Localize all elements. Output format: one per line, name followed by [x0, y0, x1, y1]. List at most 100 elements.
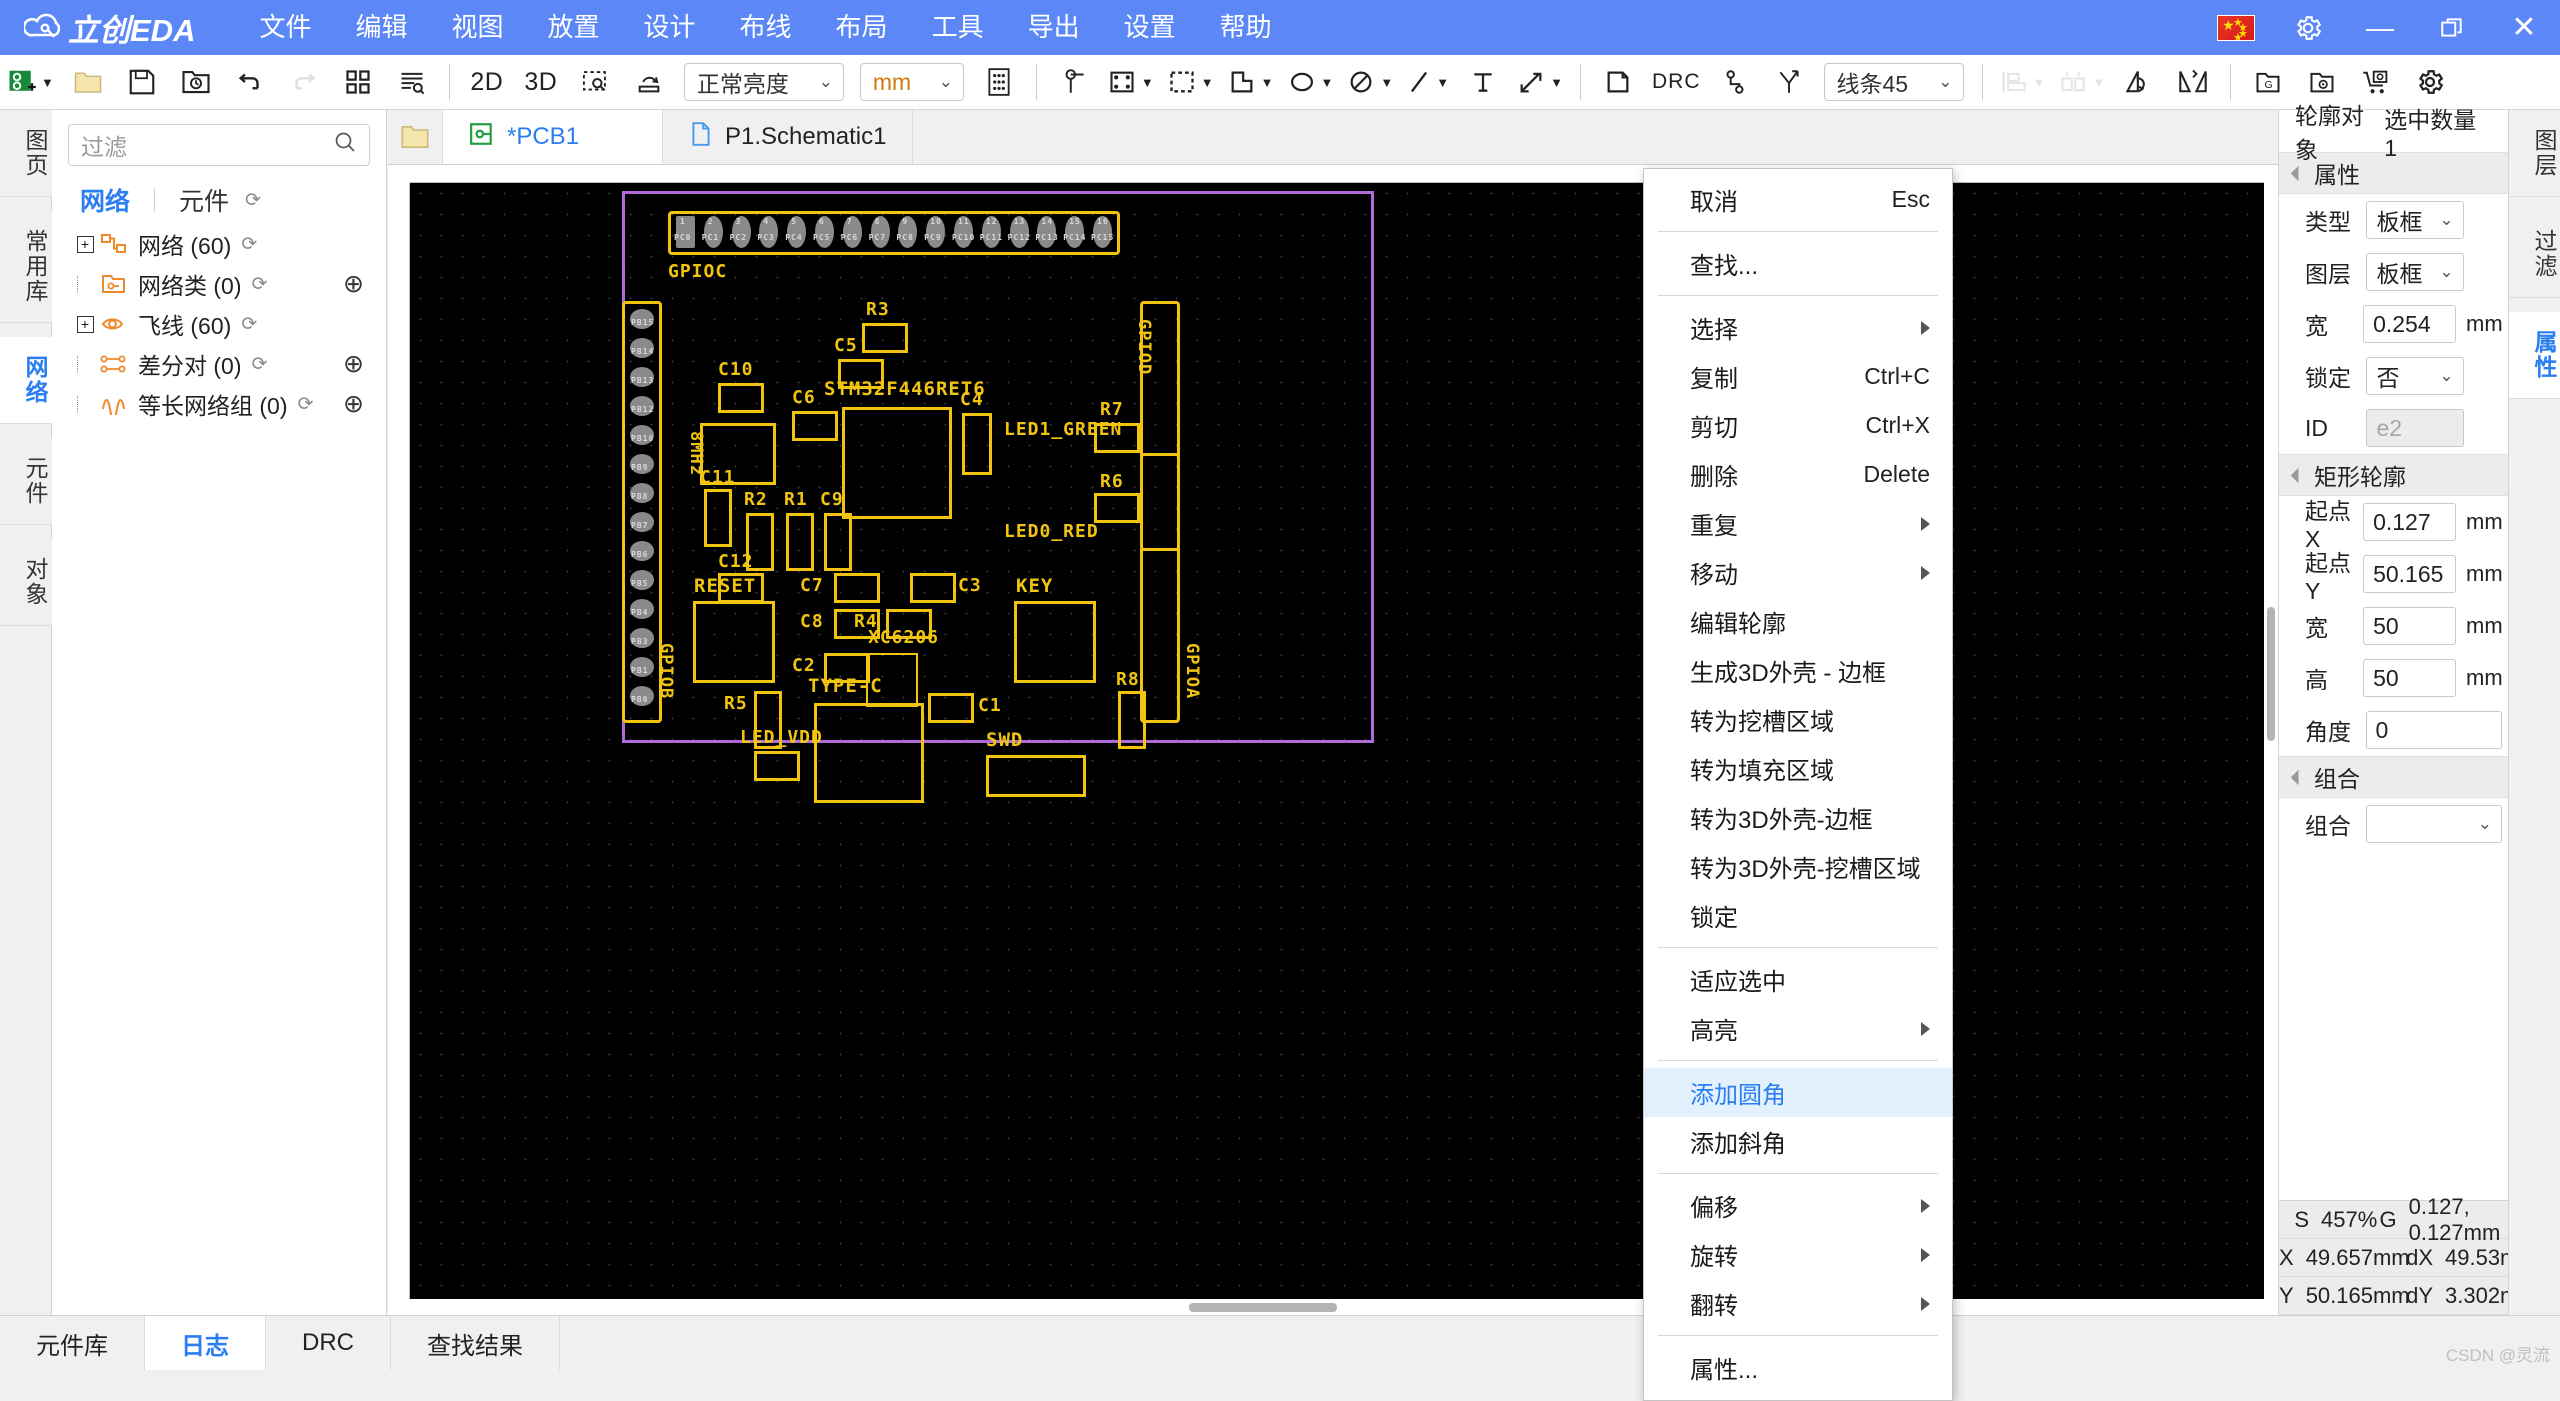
place-text-button[interactable] — [1463, 62, 1503, 102]
panel-grid-button[interactable] — [338, 62, 378, 102]
menu-item-generate-3d-shell-border[interactable]: 生成3D外壳 - 边框 — [1644, 646, 1952, 695]
menu-item-rotate[interactable]: 旋转 — [1644, 1230, 1952, 1279]
menu-item-copy[interactable]: 复制 Ctrl+C — [1644, 352, 1952, 401]
pcb-editor-canvas[interactable]: GPIOC GPIOD GPIOB GPIOA STM32F446RET6 8M… — [388, 165, 2278, 1315]
refresh-icon[interactable]: ⟳ — [245, 189, 261, 212]
drc-button[interactable]: DRC — [1652, 62, 1701, 102]
expand-toggle[interactable]: + — [74, 236, 96, 253]
rotate-button[interactable] — [2119, 62, 2159, 102]
place-line-button[interactable]: ▼ — [1407, 62, 1449, 102]
menu-item-add-chamfer[interactable]: 添加斜角 — [1644, 1117, 1952, 1166]
menu-layout[interactable]: 布局 — [814, 0, 910, 55]
expand-toggle[interactable]: + — [74, 316, 96, 333]
component-type-c[interactable] — [814, 703, 924, 803]
track-mode-select[interactable]: 线条45 ⌄ — [1824, 63, 1964, 101]
menu-place[interactable]: 放置 — [526, 0, 622, 55]
refresh-icon[interactable]: ⟳ — [241, 313, 257, 336]
redo-button[interactable] — [284, 62, 324, 102]
menu-item-find[interactable]: 查找... — [1644, 239, 1952, 288]
start-y-input[interactable]: 50.165 — [2363, 555, 2456, 593]
board-outline-button[interactable] — [1598, 62, 1638, 102]
pcb-drawing-area[interactable]: GPIOC GPIOD GPIOB GPIOA STM32F446RET6 8M… — [410, 183, 2264, 1299]
add-length-group-button[interactable]: ⊕ — [343, 389, 364, 419]
view-2d-button[interactable]: 2D — [467, 62, 507, 102]
bottom-tab-find-results[interactable]: 查找结果 — [391, 1316, 560, 1370]
brightness-select[interactable]: 正常亮度 ⌄ — [684, 63, 844, 101]
menu-item-convert-to-fill[interactable]: 转为填充区域 — [1644, 744, 1952, 793]
rect-width-input[interactable]: 50 — [2363, 607, 2456, 645]
section-rect-outline[interactable]: 矩形轮廓 — [2279, 454, 2508, 496]
sidebar-item-layers[interactable]: 图层 — [2509, 110, 2560, 197]
angle-input[interactable]: 0 — [2366, 711, 2502, 749]
view-3d-button[interactable]: 3D — [521, 62, 561, 102]
component-r3[interactable] — [862, 323, 908, 353]
canvas-horizontal-scrollbar[interactable] — [410, 1299, 2264, 1315]
menu-file[interactable]: 文件 — [237, 0, 333, 55]
area-zoom-button[interactable] — [575, 62, 615, 102]
component-gpioa[interactable] — [1140, 453, 1180, 723]
menu-view[interactable]: 视图 — [429, 0, 525, 55]
menu-item-offset[interactable]: 偏移 — [1644, 1181, 1952, 1230]
menu-design[interactable]: 设计 — [622, 0, 718, 55]
component-c1[interactable] — [928, 693, 974, 723]
settings-button[interactable] — [2272, 0, 2344, 55]
find-list-button[interactable] — [392, 62, 432, 102]
sidebar-item-components[interactable]: 元件 — [0, 438, 52, 525]
refresh-icon[interactable]: ⟳ — [241, 233, 257, 256]
component-r6[interactable] — [1094, 493, 1140, 523]
context-menu[interactable]: 取消 Esc 查找... 选择 复制 Ctrl+C 剪切 Ctrl+X 删除 D… — [1643, 168, 1953, 1401]
type-select[interactable]: 板框 ⌄ — [2366, 201, 2463, 239]
component-c5[interactable] — [838, 359, 884, 389]
add-diff-pair-button[interactable]: ⊕ — [343, 349, 364, 379]
component-led-vdd[interactable] — [754, 751, 800, 781]
grid-settings-button[interactable] — [979, 62, 1019, 102]
group-select[interactable]: ⌄ — [2366, 805, 2502, 843]
menu-help[interactable]: 帮助 — [1198, 0, 1294, 55]
menu-settings[interactable]: 设置 — [1102, 0, 1198, 55]
refresh-icon[interactable]: ⟳ — [298, 393, 314, 416]
component-reset-switch[interactable] — [693, 601, 775, 683]
place-polygon-button[interactable]: ▼ — [1228, 62, 1274, 102]
component-r8[interactable] — [1118, 691, 1146, 749]
component-c11[interactable] — [704, 489, 732, 547]
menu-item-flip[interactable]: 翻转 — [1644, 1279, 1952, 1328]
tab-pcb1[interactable]: *PCB1 — [443, 110, 663, 164]
menu-item-properties[interactable]: 属性... — [1644, 1343, 1952, 1392]
menu-item-lock[interactable]: 锁定 — [1644, 891, 1952, 940]
refresh-icon[interactable]: ⟳ — [252, 353, 268, 376]
tree-item-length-match[interactable]: 等长网络组 (0) ⟳ ⊕ — [52, 384, 386, 424]
component-c9[interactable] — [824, 513, 852, 571]
new-project-button[interactable]: ▼ — [7, 62, 54, 102]
menu-item-repeat[interactable]: 重复 — [1644, 499, 1952, 548]
sidebar-item-pages[interactable]: 图页 — [0, 110, 52, 197]
component-c2[interactable] — [824, 653, 870, 683]
minimize-button[interactable]: — — [2344, 0, 2416, 55]
menu-item-convert-to-3d-shell-cutout[interactable]: 转为3D外壳-挖槽区域 — [1644, 842, 1952, 891]
tab-nets[interactable]: 网络 — [74, 182, 136, 218]
menu-export[interactable]: 导出 — [1006, 0, 1102, 55]
mirror-button[interactable] — [2173, 62, 2213, 102]
unit-select[interactable]: mm ⌄ — [860, 63, 964, 101]
net-route-button[interactable] — [1715, 62, 1755, 102]
place-circle-button[interactable]: ▼ — [1347, 62, 1393, 102]
menu-item-add-fillet[interactable]: 添加圆角 — [1644, 1068, 1952, 1117]
place-copper-area-button[interactable]: ▼ — [1168, 62, 1214, 102]
drill-export-button[interactable] — [2302, 62, 2342, 102]
gerber-export-button[interactable]: G — [2248, 62, 2288, 102]
place-region-button[interactable]: ▼ — [1108, 62, 1154, 102]
canvas-vertical-scrollbar[interactable] — [2264, 183, 2278, 1299]
menu-item-cancel[interactable]: 取消 Esc — [1644, 175, 1952, 224]
save-history-button[interactable] — [176, 62, 216, 102]
menu-item-edit-outline[interactable]: 编辑轮廓 — [1644, 597, 1952, 646]
component-c6[interactable] — [792, 411, 838, 441]
menu-item-cut[interactable]: 剪切 Ctrl+X — [1644, 401, 1952, 450]
component-c12[interactable] — [718, 573, 764, 603]
menu-edit[interactable]: 编辑 — [333, 0, 429, 55]
distribute-button[interactable]: ▼ — [2059, 62, 2105, 102]
sidebar-item-nets[interactable]: 网络 — [0, 337, 52, 424]
bottom-tab-library[interactable]: 元件库 — [0, 1316, 145, 1370]
tree-item-diff-pairs[interactable]: 差分对 (0) ⟳ ⊕ — [52, 344, 386, 384]
language-button[interactable]: ★ ★ ★ ★ ★ — [2200, 0, 2272, 55]
scroll-thumb[interactable] — [1189, 1303, 1337, 1312]
maximize-button[interactable] — [2416, 0, 2488, 55]
